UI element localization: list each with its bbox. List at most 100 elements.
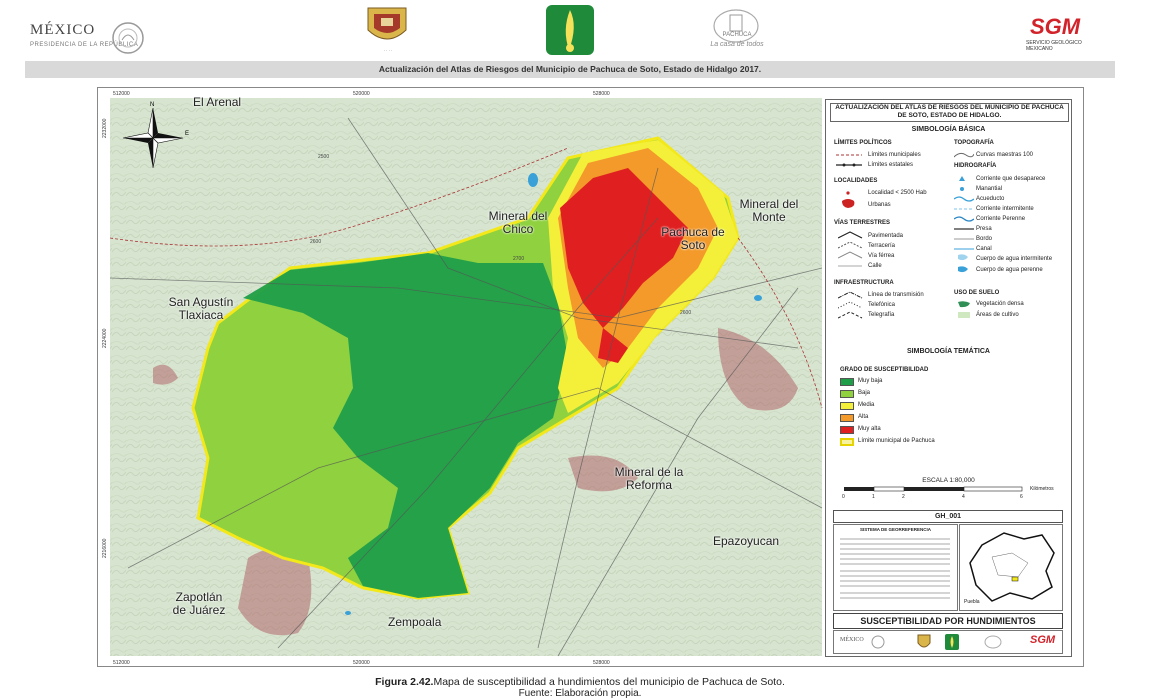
georef-box: SISTEMA DE GEORREFERENCIA [833, 524, 958, 611]
town-mineral-del-chico: Mineral del Chico [488, 209, 548, 236]
legend-locality-symbols [842, 191, 855, 208]
contour-label: 2600 [680, 310, 691, 316]
legend-localities-title: LOCALIDADES [834, 178, 878, 184]
town-zempoala: Zempoala [388, 615, 442, 629]
legend-road-street: Calle [868, 263, 882, 269]
legend-hydro-9: Cuerpo de agua perenne [976, 267, 1043, 273]
footer-city-logo-icon [984, 635, 1002, 649]
town-mineral-reforma: Mineral de la Reforma [614, 465, 684, 492]
legend-infra-phone: Telefónica [868, 302, 896, 308]
water-body [528, 173, 538, 187]
grade-swatch-media [840, 402, 854, 410]
grade-label-media: Media [858, 402, 875, 408]
location-inset: Puebla [959, 524, 1063, 611]
footer-pachuca-emblem-icon [945, 634, 959, 650]
north-label: N [150, 102, 154, 108]
legend-contour-symbol [954, 152, 974, 158]
coord-top-1: 520000 [353, 91, 370, 97]
legend-infra-power: Línea de transmisión [868, 292, 924, 298]
scale-tick-2: 2 [902, 494, 905, 500]
legend-topo-contours: Curvas maestras 100 [976, 152, 1034, 158]
legend-title: ACTUALIZACIÓN DEL ATLAS DE RIESGOS DEL M… [830, 103, 1069, 122]
footer-seal-icon [871, 635, 885, 649]
legend-hydro-2: Acueducto [976, 196, 1005, 202]
gov-mexico-title: MÉXICO [30, 22, 96, 38]
legend-hydro-7: Canal [976, 246, 992, 252]
coord-top-0: 512000 [113, 91, 130, 97]
scale-unit: Kilómetros [1030, 486, 1054, 492]
legend-hydro-4: Corriente Perenne [976, 216, 1026, 222]
legend-roads-title: VÍAS TERRESTRES [834, 220, 891, 226]
grade-label-muy-baja: Muy baja [858, 378, 883, 384]
legend-locality-urban: Urbanas [868, 202, 891, 208]
town-san-agustin: San Agustín Tlaxiaca [168, 295, 234, 322]
town-el-arenal: El Arenal [193, 95, 242, 109]
hidalgo-shield-icon [367, 7, 407, 40]
footer-sgm-logo: SGM [1030, 634, 1056, 646]
legend-infra-symbols [838, 291, 863, 319]
legend-locality-small: Localidad < 2500 Hab [868, 190, 927, 196]
scale-tick-1: 1 [872, 494, 875, 500]
contour-label: 2600 [310, 239, 321, 245]
pachuca-logo-tagline: La casa de todos [710, 41, 764, 48]
coord-top-2: 528000 [593, 91, 610, 97]
scale-bar [844, 486, 1023, 492]
legend-limit-state: Límites estatales [868, 162, 914, 168]
legend-limit-municipal: Límites municipales [868, 152, 921, 158]
legend-grade-title: GRADO DE SUSCEPTIBILIDAD [840, 367, 929, 373]
legend-road-rail: Vía férrea [868, 253, 895, 259]
coord-bottom-1: 520000 [353, 660, 370, 666]
pachuca-logo-text: PACHUCA [722, 32, 752, 38]
inset-label: Puebla [964, 599, 980, 605]
georef-text-lines [840, 538, 950, 599]
legend-landuse-title: USO DE SUELO [954, 290, 1000, 296]
east-label: E [185, 131, 189, 137]
coord-bottom-0: 512000 [113, 660, 130, 666]
legend-landuse-crops: Áreas de cultivo [976, 312, 1019, 318]
sgm-subtitle: SERVICIO GEOLÓGICO MEXICANO [1026, 40, 1082, 52]
legend-hydro-3: Corriente intermitente [976, 206, 1034, 212]
figure-caption: Figura 2.42.Mapa de susceptibilidad a hu… [0, 676, 1160, 688]
legend-landuse-symbols [958, 301, 970, 318]
figure-text: Mapa de susceptibilidad a hundimientos d… [433, 676, 785, 688]
scale-tick-0: 0 [842, 494, 845, 500]
legend-hydro-6: Bordo [976, 236, 993, 242]
grade-label-alta: Alta [858, 414, 869, 420]
town-mineral-del-monte: Mineral del Monte [739, 197, 799, 224]
grade-swatch-muy-alta [840, 426, 854, 434]
mexico-seal-icon [112, 22, 144, 54]
legend-footer-logos: MÉXICO SGM [833, 630, 1063, 654]
legend-hydro-title: HIDROGRAFÍA [954, 163, 997, 169]
legend-landuse-vegetation: Vegetación densa [976, 301, 1024, 307]
legend-hydro-symbols [954, 176, 974, 273]
contour-label: 2500 [318, 154, 329, 160]
hidalgo-shield-caption: · · · · [383, 48, 393, 53]
contour-label: 2700 [513, 256, 524, 262]
coord-left-1: 2224000 [102, 328, 108, 348]
grade-swatch-baja [840, 390, 854, 398]
legend-road-paved: Pavimentada [868, 233, 904, 239]
footer-mexico-logo: MÉXICO [840, 637, 864, 643]
town-pachuca: Pachuca de Soto [661, 225, 725, 252]
legend-hydro-0: Corriente que desaparece [976, 176, 1046, 182]
legend-limits-title: LÍMITES POLÍTICOS [834, 140, 892, 146]
coord-left-0: 2232000 [102, 118, 108, 138]
legend-hydro-1: Manantial [976, 186, 1003, 192]
grade-swatch-limit [840, 438, 854, 446]
legend-road-symbols [838, 231, 863, 267]
grade-swatch-muy-baja [840, 378, 854, 386]
coord-bottom-2: 528000 [593, 660, 610, 666]
scale-label: ESCALA 1:80,000 [922, 477, 975, 484]
grade-label-baja: Baja [858, 390, 871, 396]
page-header: MÉXICO PRESIDENCIA DE LA REPÚBLICA · · ·… [0, 0, 1160, 60]
sgm-logo: SGM [1030, 14, 1081, 39]
legend-hydro-8: Cuerpo de agua intermitente [976, 256, 1053, 262]
grade-label-muy-alta: Muy alta [858, 426, 881, 432]
legend-basic-title: SIMBOLOGÍA BÁSICA [911, 126, 986, 133]
legend-hydro-5: Presa [976, 226, 992, 232]
water-body [345, 611, 351, 615]
hidalgo-state-inset [969, 532, 1055, 602]
map-legend: ACTUALIZACIÓN DEL ATLAS DE RIESGOS DEL M… [825, 99, 1072, 657]
georef-title: SISTEMA DE GEORREFERENCIA [859, 527, 932, 532]
report-title-bar: Actualización del Atlas de Riesgos del M… [25, 61, 1115, 78]
